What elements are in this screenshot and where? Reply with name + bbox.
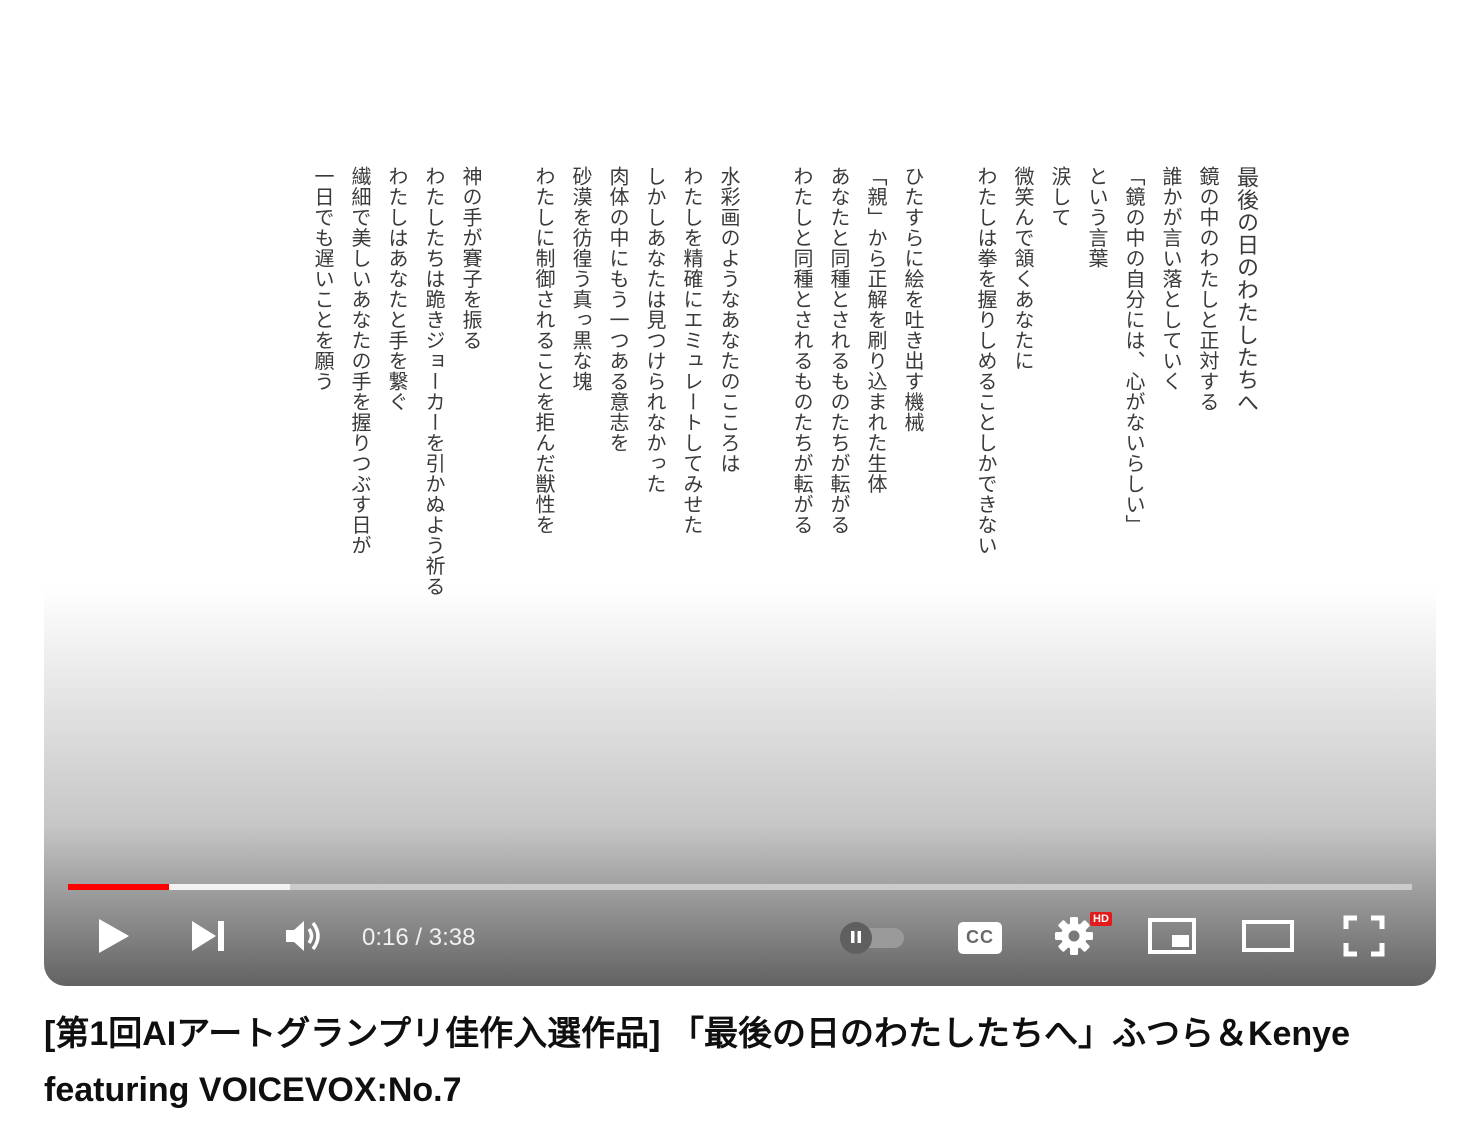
poem-title: 最後の日のわたしたちへ xyxy=(1233,166,1258,414)
duration: 3:38 xyxy=(428,924,476,951)
poem-line: わたしたちは跪きジョーカーを引かぬよう祈る xyxy=(422,166,446,597)
miniplayer-icon xyxy=(1148,918,1196,958)
poem-line: 砂漠を彷徨う真っ黒な塊 xyxy=(569,166,593,392)
poem-line: 肉体の中にもう一つある意志を xyxy=(606,166,630,453)
poem-line: 誰かが言い落としていく xyxy=(1159,166,1183,392)
video-frame-poem: 最後の日のわたしたちへ 鏡の中のわたしと正対する 誰かが言い落としていく 「鏡の… xyxy=(268,166,1264,606)
miniplayer-button[interactable] xyxy=(1144,906,1200,970)
current-time: 0:16 xyxy=(362,924,409,951)
fullscreen-icon xyxy=(1343,915,1385,961)
poem-line: 微笑んで頷くあなたに xyxy=(1011,166,1035,371)
player-controls: 0:16 / 3:38 CC HD xyxy=(44,906,1436,976)
fullscreen-button[interactable] xyxy=(1336,906,1392,970)
hd-badge: HD xyxy=(1090,912,1112,926)
autoplay-pause-icon xyxy=(849,929,863,948)
autoplay-toggle[interactable] xyxy=(840,922,906,954)
poem-line: 涙して xyxy=(1048,166,1072,228)
poem-line: あなたと同種とされるものたちが転がる xyxy=(827,166,851,535)
poem-line: 「鏡の中の自分には、心がないらしい」 xyxy=(1122,166,1146,535)
poem-stanza: 水彩画のようなあなたのこころは わたしを精確にエミュレートしてみせた しかしあな… xyxy=(525,166,747,606)
captions-button[interactable]: CC xyxy=(952,906,1008,970)
poem-line: 一日でも遅いことを願う xyxy=(311,166,335,392)
poem-line: わたしと同種とされるものたちが転がる xyxy=(790,166,814,535)
poem-line: しかしあなたは見つけられなかった xyxy=(643,166,667,494)
next-icon xyxy=(190,919,226,957)
autoplay-knob xyxy=(840,922,872,954)
poem-line: という言葉 xyxy=(1085,166,1109,269)
poem-line: わたしはあなたと手を繋ぐ xyxy=(385,166,409,412)
theater-mode-icon xyxy=(1242,920,1294,956)
poem-stanza: 神の手が賽子を振る わたしたちは跪きジョーカーを引かぬよう祈る わたしはあなたと… xyxy=(304,166,489,606)
settings-gear-icon xyxy=(1053,915,1095,961)
poem-line: わたしに制御されることを拒んだ獣性を xyxy=(532,166,556,535)
poem-line: 神の手が賽子を振る xyxy=(459,166,483,351)
poem-line: 鏡の中のわたしと正対する xyxy=(1196,166,1220,412)
mute-button[interactable] xyxy=(276,906,332,970)
play-button[interactable] xyxy=(88,906,140,970)
theater-mode-button[interactable] xyxy=(1240,906,1296,970)
progress-played xyxy=(68,884,169,890)
play-icon xyxy=(97,917,131,959)
next-button[interactable] xyxy=(182,906,234,970)
poem-stanza: ひたすらに絵を吐き出す機械 「親」から正解を刷り込まれた生体 あなたと同種とされ… xyxy=(783,166,931,606)
poem-stanza: 鏡の中のわたしと正対する 誰かが言い落としていく 「鏡の中の自分には、心がないら… xyxy=(967,166,1226,606)
video-player[interactable]: 最後の日のわたしたちへ 鏡の中のわたしと正対する 誰かが言い落としていく 「鏡の… xyxy=(44,2,1436,986)
poem-line: 繊細で美しいあなたの手を握りつぶす日が xyxy=(348,166,372,556)
poem-line: 水彩画のようなあなたのこころは xyxy=(717,166,741,474)
poem-line: ひたすらに絵を吐き出す機械 xyxy=(901,166,925,433)
time-separator: / xyxy=(408,924,429,951)
poem-line: 「親」から正解を刷り込まれた生体 xyxy=(864,166,888,494)
progress-bar[interactable] xyxy=(68,884,1412,890)
video-title[interactable]: [第1回AIアートグランプリ佳作入選作品] 「最後の日のわたしたちへ」ふつら＆K… xyxy=(44,1006,1434,1118)
time-display: 0:16 / 3:38 xyxy=(362,924,475,952)
poem-line: わたしを精確にエミュレートしてみせた xyxy=(680,166,704,535)
captions-icon: CC xyxy=(958,922,1002,954)
poem-line: わたしは拳を握りしめることしかできない xyxy=(974,166,998,556)
volume-icon xyxy=(284,918,324,958)
captions-label: CC xyxy=(966,927,994,947)
